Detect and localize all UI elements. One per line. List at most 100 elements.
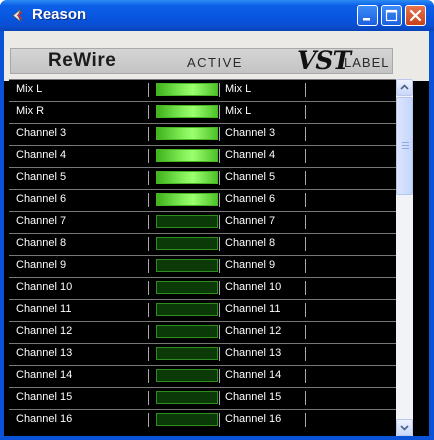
active-indicator-on xyxy=(156,193,218,206)
column-separator xyxy=(148,215,149,229)
vertical-scrollbar[interactable] xyxy=(396,79,413,436)
column-separator xyxy=(219,171,220,185)
column-separator xyxy=(219,369,220,383)
channel-row[interactable]: Channel 6 Channel 6 xyxy=(9,189,396,210)
column-separator xyxy=(148,171,149,185)
column-separator xyxy=(305,303,306,317)
column-separator xyxy=(219,83,220,97)
window-title: Reason xyxy=(32,6,87,23)
active-indicator-off xyxy=(156,237,218,250)
column-separator xyxy=(305,259,306,273)
active-indicator-off xyxy=(156,303,218,316)
active-indicator-off xyxy=(156,215,218,228)
column-separator xyxy=(148,369,149,383)
column-separator xyxy=(219,105,220,119)
channel-row[interactable]: Mix R Mix L xyxy=(9,101,396,122)
active-indicator-on xyxy=(156,171,218,184)
column-separator xyxy=(305,215,306,229)
channel-row[interactable]: Mix L Mix L xyxy=(9,79,396,100)
channel-row[interactable]: Channel 10 Channel 10 xyxy=(9,277,396,298)
reason-window: Reason ReWire ACTIVE VST LABEL Mix LMix xyxy=(0,0,434,440)
column-separator xyxy=(148,149,149,163)
vst-label: Channel 9 xyxy=(225,259,276,271)
active-indicator-off xyxy=(156,325,218,338)
channel-name: Channel 15 xyxy=(16,391,73,403)
column-separator xyxy=(148,259,149,273)
scroll-up-button[interactable] xyxy=(396,79,413,96)
column-separator xyxy=(219,215,220,229)
channel-name: Channel 8 xyxy=(16,237,67,249)
channel-name: Channel 12 xyxy=(16,325,73,337)
column-separator xyxy=(305,83,306,97)
channel-name: Channel 16 xyxy=(16,413,73,425)
column-separator xyxy=(305,369,306,383)
channel-name: Mix R xyxy=(16,105,45,117)
chevron-up-icon xyxy=(400,84,409,90)
column-separator xyxy=(219,259,220,273)
channel-row[interactable]: Channel 5 Channel 5 xyxy=(9,167,396,188)
active-indicator-off xyxy=(156,369,218,382)
column-separator xyxy=(148,105,149,119)
channel-row[interactable]: Channel 4 Channel 4 xyxy=(9,145,396,166)
column-separator xyxy=(305,105,306,119)
channel-row[interactable]: Channel 12 Channel 12 xyxy=(9,321,396,342)
column-separator xyxy=(305,171,306,185)
column-separator xyxy=(148,127,149,141)
column-separator xyxy=(305,237,306,251)
thumb-grip xyxy=(402,142,409,143)
column-separator xyxy=(219,149,220,163)
vst-label: Channel 6 xyxy=(225,193,276,205)
rewire-header: ReWire ACTIVE VST LABEL xyxy=(4,31,429,81)
vst-label: Channel 5 xyxy=(225,171,276,183)
vst-label: Channel 14 xyxy=(225,369,282,381)
close-icon xyxy=(409,9,422,22)
maximize-icon xyxy=(385,9,398,22)
vst-label: Mix L xyxy=(225,105,252,117)
column-separator xyxy=(219,281,220,295)
channel-name: Mix L xyxy=(16,83,43,95)
column-separator xyxy=(219,391,220,405)
close-button[interactable] xyxy=(405,5,426,26)
column-separator xyxy=(305,391,306,405)
channel-row[interactable]: Channel 3 Channel 3 xyxy=(9,123,396,144)
channel-row[interactable]: Channel 8 Channel 8 xyxy=(9,233,396,254)
column-separator xyxy=(148,347,149,361)
channel-row[interactable]: Channel 11 Channel 11 xyxy=(9,299,396,320)
channel-row[interactable]: Channel 16 Channel 16 xyxy=(9,409,396,430)
active-indicator-on xyxy=(156,105,218,118)
scroll-thumb[interactable] xyxy=(396,97,413,195)
vst-label: Channel 8 xyxy=(225,237,276,249)
column-separator xyxy=(305,347,306,361)
channel-name: Channel 14 xyxy=(16,369,73,381)
channel-name: Channel 9 xyxy=(16,259,67,271)
vst-label: Mix L xyxy=(225,83,252,95)
title-bar[interactable]: Reason xyxy=(0,0,434,31)
column-separator xyxy=(305,281,306,295)
channel-row[interactable]: Channel 7 Channel 7 xyxy=(9,211,396,232)
column-separator xyxy=(219,347,220,361)
column-separator xyxy=(219,193,220,207)
column-separator xyxy=(219,127,220,141)
active-column-label: ACTIVE xyxy=(187,55,243,70)
column-separator xyxy=(148,281,149,295)
vst-label: Channel 16 xyxy=(225,413,282,425)
minimize-button[interactable] xyxy=(357,5,378,26)
column-separator xyxy=(148,391,149,405)
vst-label: Channel 3 xyxy=(225,127,276,139)
channel-name: Channel 4 xyxy=(16,149,67,161)
channel-name: Channel 6 xyxy=(16,193,67,205)
channel-row[interactable]: Channel 14 Channel 14 xyxy=(9,365,396,386)
channel-row[interactable]: Channel 9 Channel 9 xyxy=(9,255,396,276)
scroll-down-button[interactable] xyxy=(396,419,413,436)
channel-row[interactable]: Channel 13 Channel 13 xyxy=(9,343,396,364)
column-separator xyxy=(148,193,149,207)
client-area: ReWire ACTIVE VST LABEL Mix L Mix L Mix RM… xyxy=(4,31,429,436)
column-separator xyxy=(148,83,149,97)
channel-row[interactable]: Channel 15 Channel 15 xyxy=(9,387,396,408)
maximize-button[interactable] xyxy=(381,5,402,26)
vst-label: Channel 12 xyxy=(225,325,282,337)
thumb-grip xyxy=(402,148,409,149)
channel-name: Channel 5 xyxy=(16,171,67,183)
rewire-title: ReWire xyxy=(48,50,117,71)
minimize-icon xyxy=(363,18,370,21)
